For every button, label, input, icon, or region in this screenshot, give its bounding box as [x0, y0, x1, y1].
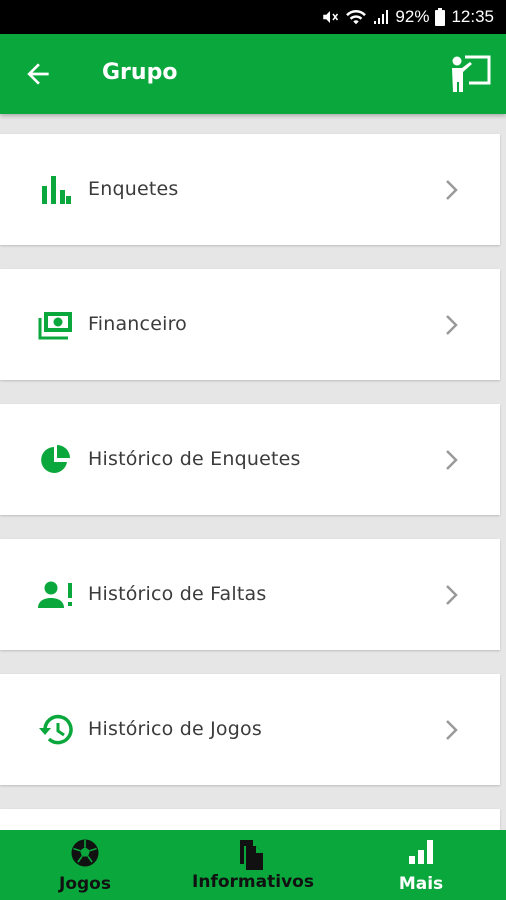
chevron-right-icon	[446, 720, 458, 740]
nav-tab-informativos[interactable]: Informativos	[170, 830, 336, 900]
menu-item-historico-jogos[interactable]: Histórico de Jogos	[0, 674, 500, 785]
chevron-right-icon	[446, 180, 458, 200]
clock: 12:35	[451, 7, 494, 26]
menu-item-partial[interactable]	[0, 809, 500, 830]
bottom-navigation: Jogos Informativos Mais	[0, 830, 506, 900]
menu-item-label: Histórico de Enquetes	[88, 448, 301, 470]
presenter-icon	[452, 55, 491, 92]
page-title: Grupo	[102, 60, 178, 85]
money-icon	[38, 308, 74, 342]
app-bar: Grupo	[0, 34, 506, 114]
menu-item-label: Financeiro	[88, 313, 187, 335]
presentation-button[interactable]	[448, 52, 492, 96]
menu-item-label: Enquetes	[88, 178, 179, 200]
signal-bars-icon	[409, 840, 433, 864]
person-alert-icon	[38, 578, 74, 612]
menu-item-historico-enquetes[interactable]: Histórico de Enquetes	[0, 404, 500, 515]
menu-item-historico-faltas[interactable]: Histórico de Faltas	[0, 539, 500, 650]
menu-item-enquetes[interactable]: Enquetes	[0, 134, 500, 245]
mute-icon	[321, 8, 339, 26]
chevron-right-icon	[446, 585, 458, 605]
chevron-right-icon	[446, 450, 458, 470]
nav-tab-jogos[interactable]: Jogos	[0, 830, 170, 900]
soccer-ball-icon	[71, 839, 99, 867]
documents-icon	[240, 840, 263, 870]
menu-item-label: Histórico de Faltas	[88, 583, 267, 605]
arrow-left-icon	[27, 63, 49, 85]
nav-tab-mais[interactable]: Mais	[336, 830, 506, 900]
status-bar: 92% 12:35	[0, 0, 506, 34]
nav-tab-label: Mais	[398, 874, 444, 894]
nav-tab-label: Informativos	[192, 872, 314, 892]
wifi-icon	[345, 8, 367, 26]
signal-icon	[373, 9, 389, 25]
battery-percent: 92%	[395, 7, 430, 26]
menu-item-label: Histórico de Jogos	[88, 718, 262, 740]
menu-list: Enquetes Financeiro Histórico de Enquete…	[0, 114, 506, 830]
pie-chart-icon	[38, 443, 74, 477]
history-icon	[38, 713, 74, 747]
battery-icon	[435, 8, 446, 26]
chevron-right-icon	[446, 315, 458, 335]
nav-tab-label: Jogos	[59, 874, 111, 894]
bar-chart-icon	[38, 173, 74, 207]
back-button[interactable]	[22, 58, 58, 90]
menu-item-financeiro[interactable]: Financeiro	[0, 269, 500, 380]
